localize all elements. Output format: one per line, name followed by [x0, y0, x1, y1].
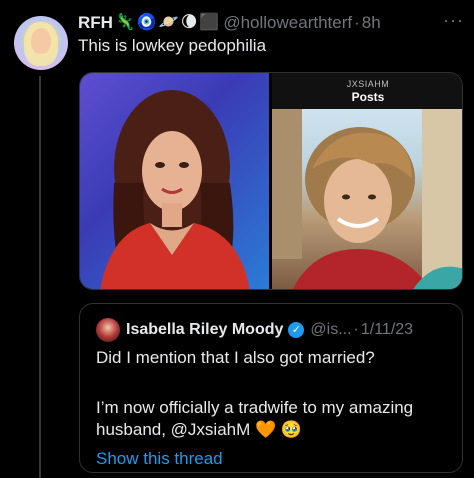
emoji-moon-icon: 🌘	[180, 14, 198, 31]
quoted-text-line2: I’m now officially a tradwife to my amaz…	[96, 398, 414, 417]
quoted-author-avatar[interactable]	[96, 318, 120, 342]
separator-dot: ·	[354, 13, 360, 32]
woman-illustration	[100, 90, 250, 289]
tweet-time[interactable]: 8h	[362, 13, 381, 33]
quoted-date[interactable]: 1/11/23	[361, 321, 413, 339]
tweet-header: RFH 🦎 🧿 🪐 🌘 ⬛ @hollowearthterf · 8h	[78, 12, 381, 34]
show-thread-link[interactable]: Show this thread	[96, 449, 223, 469]
young-man-illustration	[272, 109, 462, 289]
media-image-right[interactable]: JXSIAHM Posts	[272, 73, 462, 289]
emoji-black-square-icon: ⬛	[199, 14, 220, 31]
author-avatar[interactable]	[14, 16, 68, 70]
author-handle[interactable]: @hollowearthterf	[223, 13, 352, 33]
more-options-icon[interactable]: ···	[443, 10, 464, 31]
quoted-header: Isabella Riley Moody ✓ @is... · 1/11/23	[126, 318, 413, 342]
media-grid[interactable]: JXSIAHM Posts	[79, 72, 463, 290]
quoted-tweet[interactable]: Isabella Riley Moody ✓ @is... · 1/11/23 …	[79, 303, 463, 473]
emoji-lizard-icon: 🦎	[114, 14, 135, 31]
young-man-photo	[272, 109, 462, 289]
separator-dot: ·	[353, 321, 359, 338]
quoted-text-line1: Did I mention that I also got married?	[96, 348, 375, 367]
tweet-text: This is lowkey pedophilia	[78, 36, 267, 55]
emoji-eye-icon: 🧿	[136, 14, 157, 31]
media-image-left[interactable]	[80, 73, 269, 289]
posts-title: Posts	[351, 90, 385, 104]
avatar-face	[31, 28, 51, 54]
posts-handle: JXSIAHM	[346, 79, 390, 89]
verified-badge-icon: ✓	[288, 322, 305, 338]
quoted-author-name[interactable]: Isabella Riley Moody	[126, 321, 283, 339]
author-name[interactable]: RFH	[78, 13, 113, 33]
emoji-planet-icon: 🪐	[158, 14, 179, 31]
quoted-author-handle[interactable]: @is...	[310, 321, 351, 339]
quoted-text-line3: husband, @JxsiahM 🧡 🥹	[96, 420, 303, 439]
thread-line	[39, 76, 41, 478]
